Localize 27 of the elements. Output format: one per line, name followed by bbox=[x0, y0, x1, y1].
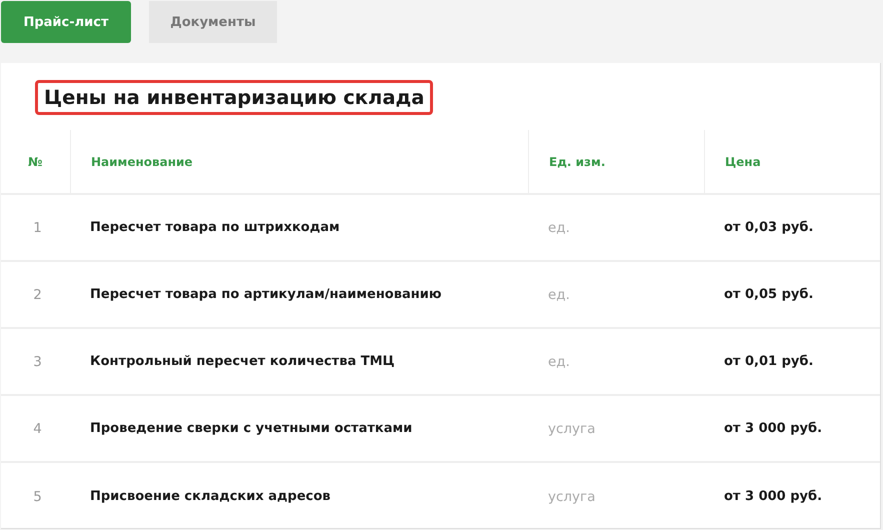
table-cell-text: ед. bbox=[547, 286, 570, 302]
table-cell-text: услуга bbox=[547, 420, 596, 436]
column-header: Наименование bbox=[90, 154, 193, 168]
table-cell-text: Присвоение складских адресов bbox=[89, 489, 331, 504]
table-cell-text: Контрольный пересчет количества ТМЦ bbox=[89, 354, 395, 369]
column-header: Ед. изм. bbox=[548, 154, 606, 168]
table-cell-text: от 0,01 руб. bbox=[723, 354, 814, 369]
table-cell: 3 bbox=[33, 354, 42, 370]
table-cell-text: Пересчет товара по артикулам/наименованию bbox=[89, 287, 442, 302]
table-cell-text: Проведение сверки с учетными остатками bbox=[89, 421, 412, 436]
table-cell-text: ед. bbox=[547, 220, 570, 236]
table-cell-text: от 0,05 руб. bbox=[723, 287, 814, 302]
table-cell: 5 bbox=[33, 488, 42, 504]
table-cell-text: от 3 000 руб. bbox=[723, 489, 822, 504]
table-cell: 1 bbox=[33, 220, 42, 236]
tab[interactable]: Документы bbox=[149, 1, 277, 43]
column-header: Цена bbox=[724, 154, 761, 168]
column-header: № bbox=[27, 154, 42, 168]
table-cell: 2 bbox=[33, 286, 42, 302]
table-cell-text: от 3 000 руб. bbox=[723, 421, 822, 436]
tab[interactable]: Прайс-лист bbox=[1, 1, 131, 43]
table-cell-text: ед. bbox=[547, 354, 570, 370]
table-cell-text: услуга bbox=[547, 488, 596, 504]
table-cell-text: от 0,03 руб. bbox=[723, 220, 814, 235]
table-cell: 4 bbox=[33, 420, 42, 436]
table-cell-text: Пересчет товара по штрихкодам bbox=[89, 220, 340, 235]
page-title: Цены на инвентаризацию склада bbox=[35, 80, 434, 115]
